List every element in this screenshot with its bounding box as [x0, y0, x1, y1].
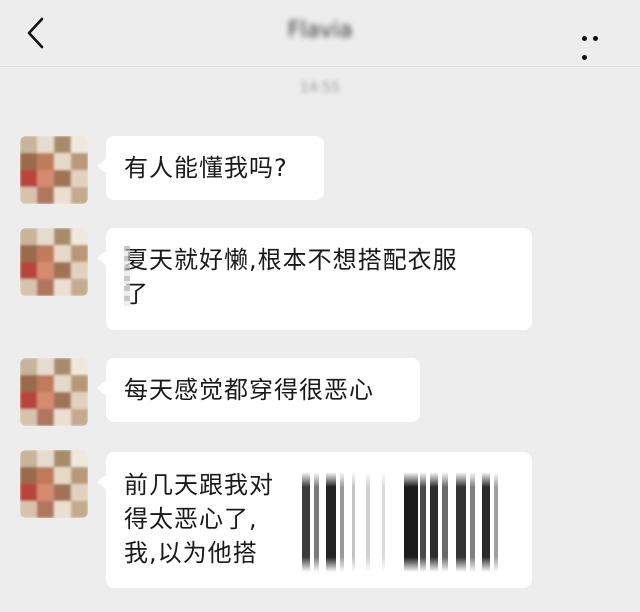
message-text: 每天感觉都穿得很恶心 — [124, 376, 374, 404]
message-text: 了 — [124, 280, 149, 308]
message-bubble[interactable]: 夏天就好懒,根本不想搭配衣服 了 — [97, 228, 532, 330]
ellipsis-icon[interactable] — [582, 26, 614, 60]
avatar-image — [20, 136, 88, 204]
message-timestamp: 14:55 — [299, 80, 341, 96]
avatar[interactable] — [20, 136, 88, 204]
avatar[interactable] — [20, 228, 88, 296]
chevron-left-icon[interactable] — [22, 16, 52, 50]
avatar[interactable] — [20, 450, 88, 518]
message-bubble[interactable]: 前几天跟我对 得太恶心了, 我,以为他搭 — [97, 452, 532, 588]
message-text: 有人能懂我吗? — [124, 154, 288, 182]
chat-header: Flavia — [0, 0, 640, 67]
message-bubble[interactable]: 有人能懂我吗? — [97, 136, 324, 200]
avatar-image — [20, 358, 88, 426]
avatar-image — [20, 450, 88, 518]
chat-title: Flavia — [287, 18, 353, 43]
redaction-mark — [124, 246, 130, 306]
redaction-block — [296, 472, 522, 572]
message-bubble[interactable]: 每天感觉都穿得很恶心 — [97, 358, 420, 422]
avatar[interactable] — [20, 358, 88, 426]
avatar-image — [20, 228, 88, 296]
message-text: 夏天就好懒,根本不想搭配衣服 — [124, 246, 458, 274]
